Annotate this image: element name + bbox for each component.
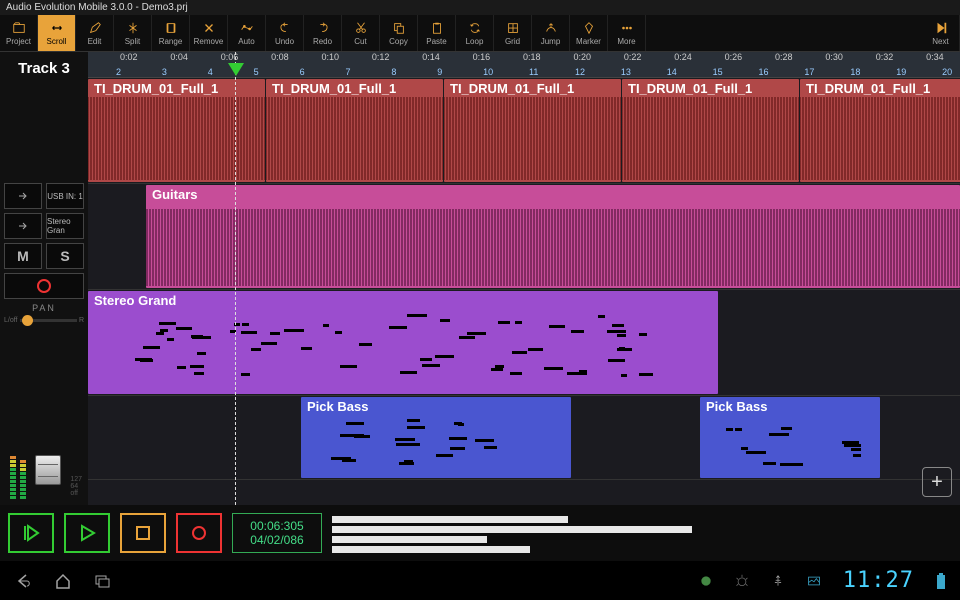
instrument-route-button[interactable]: [4, 213, 42, 239]
clip-label: Pick Bass: [700, 397, 880, 416]
add-track-button[interactable]: +: [922, 467, 952, 497]
project-button[interactable]: Project: [0, 15, 38, 51]
time-ruler[interactable]: 0:020:040:060:080:100:120:140:160:180:20…: [88, 52, 960, 78]
clip-label: Guitars: [146, 185, 960, 204]
debug-icon: [735, 572, 749, 590]
track-lane-1[interactable]: TI_DRUM_01_Full_1TI_DRUM_01_Full_1TI_DRU…: [88, 78, 960, 184]
track-name: Track 3: [4, 56, 84, 81]
position-value: 04/02/086: [250, 533, 303, 547]
grid-button[interactable]: Grid: [494, 15, 532, 51]
clip-drum[interactable]: TI_DRUM_01_Full_1: [88, 79, 265, 182]
toolbar-label: Paste: [426, 37, 446, 46]
system-navbar: 11:27: [0, 561, 960, 600]
input-route-button[interactable]: [4, 183, 42, 209]
toolbar-label: Undo: [275, 37, 294, 46]
toolbar: Project Scroll Edit Split Range Remove Auto Und…: [0, 15, 960, 52]
status-icon: [699, 572, 713, 590]
track-lane-2[interactable]: Guitars: [88, 184, 960, 290]
edit-button[interactable]: Edit: [76, 15, 114, 51]
playhead-line: [235, 52, 236, 505]
clip-label: TI_DRUM_01_Full_1: [622, 79, 799, 98]
toolbar-label: Range: [159, 37, 183, 46]
clip-label: TI_DRUM_01_Full_1: [266, 79, 443, 98]
usb-icon: [771, 572, 785, 590]
split-button[interactable]: Split: [114, 15, 152, 51]
play-button[interactable]: [64, 513, 110, 553]
track-panel: Track 3 USB IN: 1 Stereo Gran M S PAN L/…: [0, 52, 88, 505]
overview-bars[interactable]: [332, 513, 952, 553]
more-button[interactable]: More: [608, 15, 646, 51]
clip-label: TI_DRUM_01_Full_1: [800, 79, 960, 98]
track-lane-4[interactable]: Pick Bass Pick Bass: [88, 396, 960, 480]
paste-button[interactable]: Paste: [418, 15, 456, 51]
stop-button[interactable]: [120, 513, 166, 553]
toolbar-label: More: [617, 37, 635, 46]
marker-button[interactable]: Marker: [570, 15, 608, 51]
clip-label: TI_DRUM_01_Full_1: [88, 79, 265, 98]
clip-drum[interactable]: TI_DRUM_01_Full_1: [622, 79, 799, 182]
toolbar-label: Copy: [389, 37, 408, 46]
clip-drum[interactable]: TI_DRUM_01_Full_1: [444, 79, 621, 182]
clip-drum[interactable]: TI_DRUM_01_Full_1: [266, 79, 443, 182]
arrange-area[interactable]: 0:020:040:060:080:100:120:140:160:180:20…: [88, 52, 960, 505]
instrument-button[interactable]: Stereo Gran: [46, 213, 84, 239]
window-title: Audio Evolution Mobile 3.0.0 - Demo3.prj: [0, 0, 960, 15]
toolbar-label: Loop: [466, 37, 484, 46]
play-start-button[interactable]: [8, 513, 54, 553]
next-label: Next: [932, 37, 948, 46]
toolbar-label: Split: [125, 37, 141, 46]
loop-button[interactable]: Loop: [456, 15, 494, 51]
toolbar-label: Scroll: [46, 37, 66, 46]
solo-button[interactable]: S: [46, 243, 84, 269]
toolbar-label: Auto: [238, 37, 254, 46]
remove-button[interactable]: Remove: [190, 15, 228, 51]
clock: 11:27: [843, 568, 914, 593]
toolbar-label: Edit: [88, 37, 102, 46]
pan-label: PAN: [4, 303, 84, 313]
clip-label: Stereo Grand: [88, 291, 718, 310]
pan-slider[interactable]: [20, 319, 77, 322]
undo-button[interactable]: Undo: [266, 15, 304, 51]
toolbar-label: Marker: [576, 37, 601, 46]
cut-button[interactable]: Cut: [342, 15, 380, 51]
toolbar-label: Redo: [313, 37, 332, 46]
mute-button[interactable]: M: [4, 243, 42, 269]
copy-button[interactable]: Copy: [380, 15, 418, 51]
toolbar-label: Grid: [505, 37, 520, 46]
recent-apps-icon[interactable]: [94, 572, 112, 590]
gallery-icon: [807, 572, 821, 590]
toolbar-label: Jump: [541, 37, 561, 46]
redo-button[interactable]: Redo: [304, 15, 342, 51]
pan-left-label: L/off: [4, 317, 18, 324]
clip-drum[interactable]: TI_DRUM_01_Full_1: [800, 79, 960, 182]
battery-icon: [936, 572, 946, 590]
jump-button[interactable]: Jump: [532, 15, 570, 51]
arm-record-button[interactable]: [4, 273, 84, 299]
auto-button[interactable]: Auto: [228, 15, 266, 51]
input-select-button[interactable]: USB IN: 1: [46, 183, 84, 209]
toolbar-label: Cut: [354, 37, 366, 46]
scroll-button[interactable]: Scroll: [38, 15, 76, 51]
range-button[interactable]: Range: [152, 15, 190, 51]
clip-label: TI_DRUM_01_Full_1: [444, 79, 621, 98]
home-icon[interactable]: [54, 572, 72, 590]
clip-stereo-grand[interactable]: Stereo Grand: [88, 291, 718, 394]
next-button[interactable]: Next: [922, 15, 960, 51]
pan-right-label: R: [79, 317, 84, 324]
transport-bar: 00:06:305 04/02/086: [0, 505, 960, 561]
level-meter: 12764off: [4, 328, 84, 501]
back-icon[interactable]: [14, 572, 32, 590]
track-lane-3[interactable]: Stereo Grand: [88, 290, 960, 396]
time-display[interactable]: 00:06:305 04/02/086: [232, 513, 322, 553]
toolbar-label: Remove: [194, 37, 224, 46]
clip-label: Pick Bass: [301, 397, 571, 416]
toolbar-label: Project: [6, 37, 31, 46]
clip-pick-bass-2[interactable]: Pick Bass: [700, 397, 880, 478]
clip-pick-bass-1[interactable]: Pick Bass: [301, 397, 571, 478]
playhead-marker[interactable]: [228, 63, 244, 76]
time-value: 00:06:305: [250, 519, 303, 533]
clip-guitars[interactable]: Guitars: [146, 185, 960, 288]
record-button[interactable]: [176, 513, 222, 553]
